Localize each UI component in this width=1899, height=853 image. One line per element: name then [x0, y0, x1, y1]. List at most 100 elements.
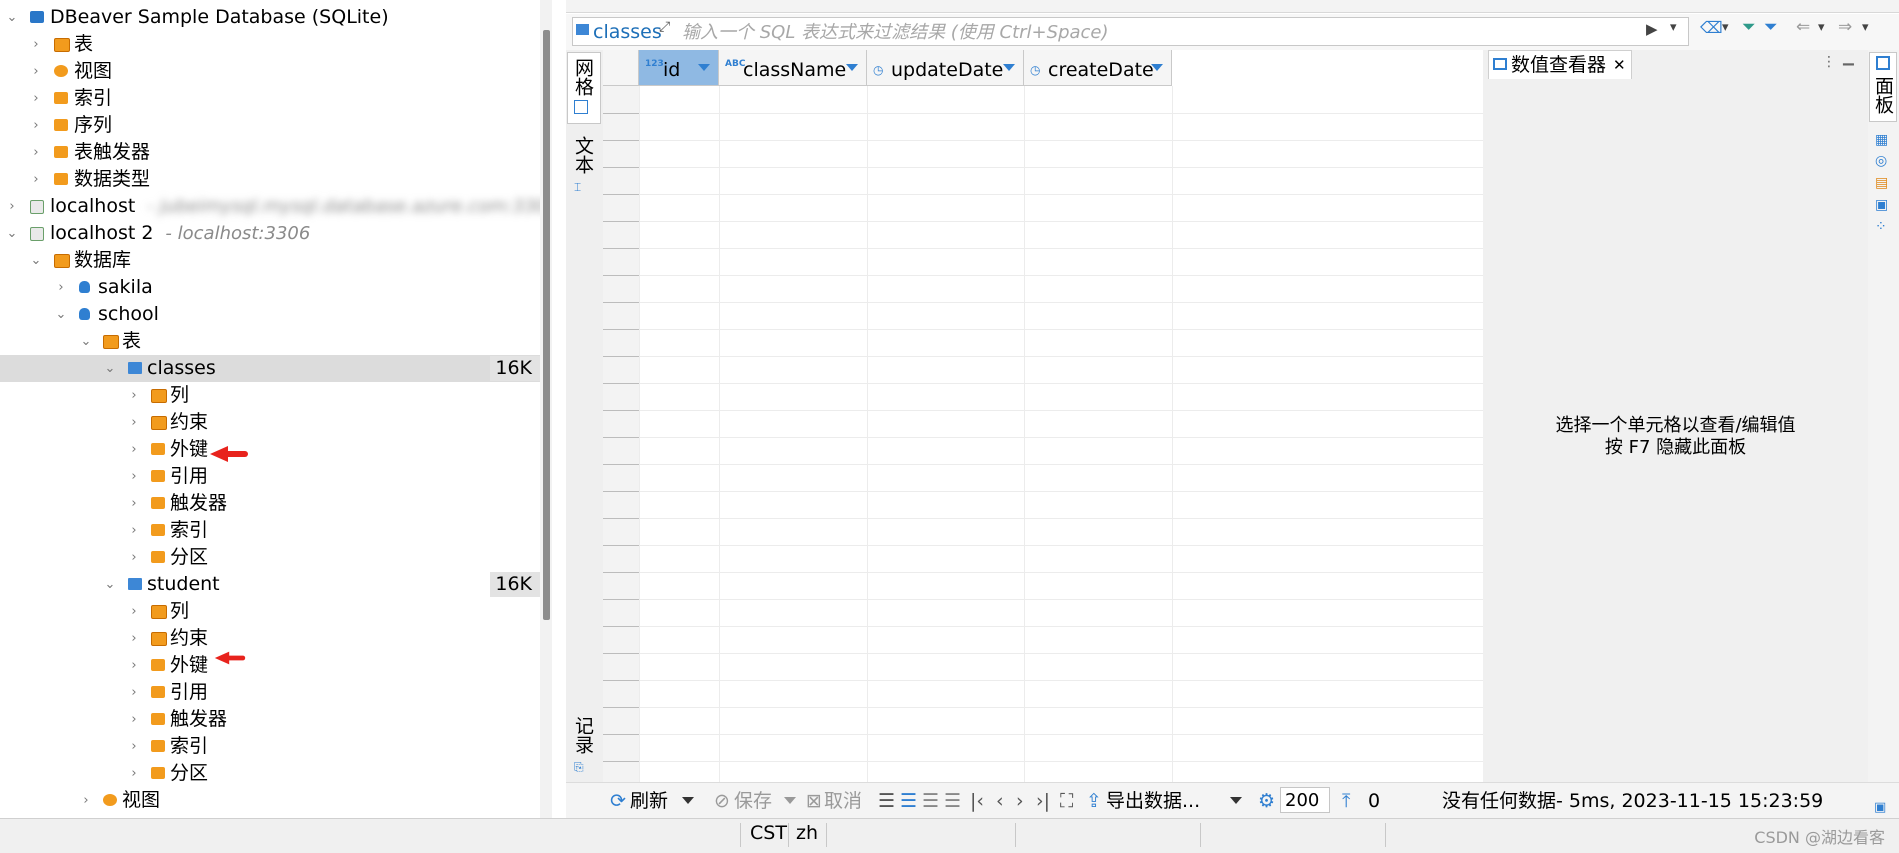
tree-node-classes-triggers[interactable]: › 触发器: [0, 490, 540, 517]
tab-panels[interactable]: 面板: [1871, 76, 1897, 114]
chevron-right-icon[interactable]: ›: [30, 58, 42, 85]
chevron-right-icon[interactable]: ›: [30, 139, 42, 166]
chevron-right-icon[interactable]: ›: [128, 679, 140, 706]
layout-icon[interactable]: ⁘: [1875, 219, 1887, 235]
log-icon[interactable]: ▣: [1874, 800, 1886, 815]
tree-node-student-indexes[interactable]: › 索引: [0, 733, 540, 760]
cancel-button[interactable]: 取消: [824, 789, 862, 813]
export-icon[interactable]: ⇪: [1086, 789, 1102, 813]
more-options-icon[interactable]: ⋮: [1822, 54, 1836, 70]
sort-dropdown-icon[interactable]: [846, 64, 858, 71]
copy-row-icon[interactable]: ☰: [922, 789, 939, 813]
chevron-down-icon[interactable]: ⌄: [30, 247, 42, 274]
tree-node-school[interactable]: ⌄ school: [0, 301, 540, 328]
delete-row-icon[interactable]: ☰: [944, 789, 961, 813]
next-page-icon[interactable]: ›: [1016, 789, 1024, 813]
minimize-icon[interactable]: ▁: [1843, 50, 1854, 66]
tree-node-table-triggers[interactable]: › 表触发器: [0, 139, 540, 166]
filter-settings-icon[interactable]: ⏷: [1764, 17, 1778, 37]
sort-dropdown-icon[interactable]: [1003, 64, 1015, 71]
expand-icon[interactable]: ⤢: [659, 19, 670, 35]
tree-node-student-columns[interactable]: › 列: [0, 598, 540, 625]
cancel-icon[interactable]: ⊠: [806, 789, 822, 813]
tab-record[interactable]: 记录: [571, 716, 597, 754]
forward-icon[interactable]: ⇒: [1838, 17, 1852, 37]
save-dropdown-icon[interactable]: [784, 797, 796, 804]
first-page-icon[interactable]: |‹: [970, 789, 984, 813]
chevron-down-icon[interactable]: ⌄: [104, 355, 116, 382]
chevron-right-icon[interactable]: ›: [128, 382, 140, 409]
chevron-right-icon[interactable]: ›: [128, 706, 140, 733]
editor-tab-strip[interactable]: [566, 0, 1899, 13]
tree-node-student-references[interactable]: › 引用: [0, 679, 540, 706]
navigator-scrollbar-thumb[interactable]: [543, 30, 550, 620]
close-icon[interactable]: ✕: [1613, 51, 1626, 79]
tree-node-sakila[interactable]: › sakila: [0, 274, 540, 301]
chevron-right-icon[interactable]: ›: [30, 31, 42, 58]
tree-node-classes-references[interactable]: › 引用: [0, 463, 540, 490]
fetch-all-icon[interactable]: ⛶: [1060, 789, 1073, 813]
filter-input[interactable]: [680, 18, 1664, 46]
gear-icon[interactable]: ⚙: [1258, 789, 1275, 813]
tree-node-classes-partitions[interactable]: › 分区: [0, 544, 540, 571]
dropdown-icon[interactable]: ▾: [1818, 20, 1825, 35]
tree-node-student[interactable]: ⌄ student 16K: [0, 571, 540, 598]
chevron-right-icon[interactable]: ›: [128, 490, 140, 517]
chevron-down-icon[interactable]: ⌄: [55, 301, 67, 328]
refresh-dropdown-icon[interactable]: [682, 797, 694, 804]
chevron-right-icon[interactable]: ›: [128, 652, 140, 679]
tree-node-classes-foreign-keys[interactable]: › 外键: [0, 436, 540, 463]
grid-corner[interactable]: [603, 50, 639, 86]
chevron-right-icon[interactable]: ›: [80, 787, 92, 814]
tree-node-tables[interactable]: › 表: [0, 31, 540, 58]
table-stats-icon[interactable]: ▤: [1875, 175, 1888, 191]
tree-node-sequences[interactable]: › 序列: [0, 112, 540, 139]
tree-node-databases[interactable]: ⌄ 数据库: [0, 247, 540, 274]
dropdown-icon[interactable]: ▾: [1722, 20, 1729, 35]
tree-node-sample-db[interactable]: ⌄ DBeaver Sample Database (SQLite): [0, 4, 540, 31]
tree-node-classes-columns[interactable]: › 列: [0, 382, 540, 409]
export-button[interactable]: 导出数据...: [1106, 789, 1200, 813]
tree-node-student-partitions[interactable]: › 分区: [0, 760, 540, 787]
tree-node-student-constraints[interactable]: › 约束: [0, 625, 540, 652]
tree-node-school-tables[interactable]: ⌄ 表: [0, 328, 540, 355]
tree-node-classes[interactable]: ⌄ classes 16K: [0, 355, 540, 382]
chevron-down-icon[interactable]: ⌄: [104, 571, 116, 598]
fetch-size-input[interactable]: 200: [1280, 787, 1330, 813]
save-icon[interactable]: ⊘: [714, 789, 730, 813]
chevron-right-icon[interactable]: ›: [128, 409, 140, 436]
chevron-right-icon[interactable]: ›: [128, 436, 140, 463]
tree-node-student-triggers[interactable]: › 触发器: [0, 706, 540, 733]
value-viewer-tab[interactable]: 数值查看器 ✕: [1488, 50, 1632, 79]
chevron-right-icon[interactable]: ›: [30, 112, 42, 139]
column-header-createdate[interactable]: ◷ createDate: [1024, 50, 1172, 86]
tree-node-localhost[interactable]: › localhost - jubeimysql.mysql.database.a…: [0, 193, 551, 220]
last-page-icon[interactable]: ›|: [1036, 789, 1050, 813]
run-filter-icon[interactable]: ▶: [1646, 20, 1658, 38]
eraser-icon[interactable]: ⌫: [1700, 18, 1723, 37]
previous-page-icon[interactable]: ‹: [996, 789, 1004, 813]
chevron-down-icon[interactable]: ⌄: [80, 328, 92, 355]
tree-node-data-types[interactable]: › 数据类型: [0, 166, 540, 193]
chevron-right-icon[interactable]: ›: [128, 544, 140, 571]
chevron-right-icon[interactable]: ›: [128, 598, 140, 625]
tree-node-localhost-2[interactable]: ⌄ localhost 2 - localhost:3306: [0, 220, 540, 247]
chevron-down-icon[interactable]: ⌄: [6, 4, 18, 31]
chevron-right-icon[interactable]: ›: [128, 463, 140, 490]
tree-node-classes-indexes[interactable]: › 索引: [0, 517, 540, 544]
back-icon[interactable]: ⇐: [1796, 17, 1810, 37]
refresh-button[interactable]: 刷新: [630, 789, 668, 813]
row-count-icon[interactable]: ⤒: [1342, 789, 1350, 813]
export-dropdown-icon[interactable]: [1230, 797, 1242, 804]
edit-row-icon[interactable]: ☰: [878, 789, 895, 813]
filter-history-dropdown-icon[interactable]: ▾: [1670, 20, 1677, 35]
chevron-right-icon[interactable]: ›: [30, 166, 42, 193]
chevron-right-icon[interactable]: ›: [128, 733, 140, 760]
chevron-right-icon[interactable]: ›: [6, 193, 18, 220]
sort-dropdown-icon[interactable]: [698, 64, 710, 71]
tab-text[interactable]: 文本: [571, 136, 597, 174]
tree-node-student-foreign-keys[interactable]: › 外键: [0, 652, 540, 679]
save-button[interactable]: 保存: [734, 789, 772, 813]
chevron-down-icon[interactable]: ⌄: [6, 220, 18, 247]
settings-circle-icon[interactable]: ◎: [1875, 153, 1887, 169]
